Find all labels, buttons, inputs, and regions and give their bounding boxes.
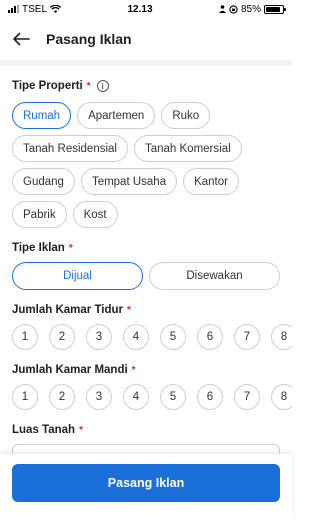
kamar-tidur-option[interactable]: 7 [234, 324, 260, 350]
kamar-mandi-option[interactable]: 8 [271, 384, 292, 410]
rotation-lock-icon [229, 4, 238, 14]
required-mark: * [131, 364, 136, 376]
bottom-action-bar: Pasang Iklan [0, 454, 292, 520]
tipe-properti-options: Rumah Apartemen Ruko Tanah Residensial T… [12, 102, 280, 228]
kamar-mandi-option[interactable]: 2 [49, 384, 75, 410]
chip-tanah-residensial[interactable]: Tanah Residensial [12, 135, 128, 162]
signal-icon [8, 5, 19, 13]
chip-apartemen[interactable]: Apartemen [77, 102, 156, 129]
required-mark: * [86, 80, 91, 92]
required-mark: * [79, 424, 83, 436]
tipe-properti-label-text: Tipe Properti [12, 80, 83, 92]
chip-rumah[interactable]: Rumah [12, 102, 72, 129]
kamar-tidur-label-text: Jumlah Kamar Tidur [12, 304, 123, 316]
kamar-tidur-option[interactable]: 6 [197, 324, 223, 350]
pasang-iklan-button[interactable]: Pasang Iklan [12, 464, 280, 502]
kamar-mandi-option[interactable]: 4 [123, 384, 149, 410]
chip-kantor[interactable]: Kantor [183, 168, 239, 195]
chip-pabrik[interactable]: Pabrik [12, 201, 67, 228]
page-title: Pasang Iklan [46, 31, 132, 47]
battery-percent: 85% [240, 3, 261, 15]
toggle-dijual[interactable]: Dijual [12, 262, 143, 290]
tipe-iklan-label-text: Tipe Iklan [12, 242, 65, 254]
kamar-mandi-options: 1 2 3 4 5 6 7 8 [12, 384, 292, 410]
kamar-mandi-option[interactable]: 6 [197, 384, 223, 410]
kamar-tidur-option[interactable]: 1 [12, 324, 38, 350]
kamar-mandi-option[interactable]: 3 [86, 384, 112, 410]
info-icon[interactable]: i [96, 80, 109, 92]
chip-tanah-komersial[interactable]: Tanah Komersial [133, 135, 242, 162]
kamar-tidur-option[interactable]: 8 [271, 324, 292, 350]
kamar-mandi-label: Jumlah Kamar Mandi * [12, 364, 280, 376]
kamar-tidur-option[interactable]: 4 [123, 324, 149, 350]
kamar-tidur-option[interactable]: 3 [86, 324, 112, 350]
battery-icon [264, 4, 286, 14]
chip-tempat-usaha[interactable]: Tempat Usaha [80, 168, 178, 195]
person-icon [218, 5, 226, 13]
luas-tanah-label: Luas Tanah * [12, 424, 280, 436]
kamar-mandi-option[interactable]: 1 [12, 384, 38, 410]
required-mark: * [68, 242, 73, 254]
required-mark: * [127, 304, 131, 316]
status-bar: TSEL 12.13 85% [0, 0, 292, 18]
app-header: Pasang Iklan [0, 18, 292, 60]
kamar-mandi-option[interactable]: 7 [234, 384, 260, 410]
luas-tanah-label-text: Luas Tanah [12, 424, 76, 436]
arrow-left-icon[interactable] [10, 28, 32, 50]
clock: 12.13 [127, 3, 153, 15]
kamar-mandi-label-text: Jumlah Kamar Mandi [12, 364, 128, 376]
header-divider [0, 60, 292, 66]
kamar-tidur-options: 1 2 3 4 5 6 7 8 [12, 324, 292, 350]
chip-gudang[interactable]: Gudang [12, 168, 75, 195]
kamar-mandi-option[interactable]: 5 [160, 384, 186, 410]
tipe-iklan-options: Dijual Disewakan [12, 262, 280, 290]
kamar-tidur-option[interactable]: 2 [49, 324, 75, 350]
carrier-label: TSEL [22, 3, 48, 15]
wifi-icon [50, 5, 62, 13]
tipe-properti-label: Tipe Properti * i [12, 80, 280, 92]
form-content: Tipe Properti * i Rumah Apartemen Ruko Ta… [0, 80, 292, 458]
tipe-iklan-label: Tipe Iklan * [12, 242, 280, 254]
kamar-tidur-option[interactable]: 5 [160, 324, 186, 350]
toggle-disewakan[interactable]: Disewakan [149, 262, 280, 290]
status-bar-left: TSEL [8, 3, 62, 15]
status-bar-right: 85% [218, 3, 286, 15]
chip-ruko[interactable]: Ruko [161, 102, 211, 129]
kamar-tidur-label: Jumlah Kamar Tidur * [12, 304, 280, 316]
chip-kost[interactable]: Kost [72, 201, 118, 228]
